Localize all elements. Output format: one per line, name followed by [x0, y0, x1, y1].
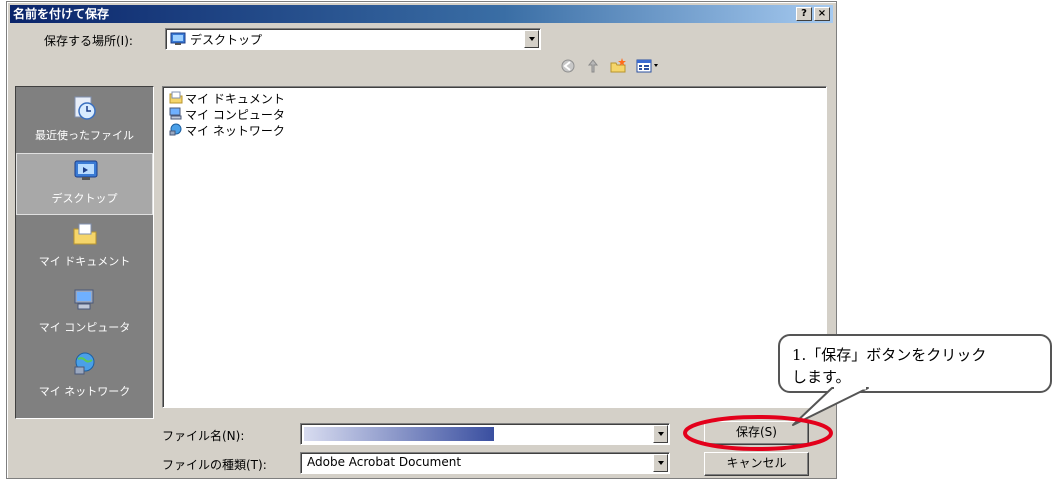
annotation-overlay — [683, 386, 869, 451]
save-highlight-ellipse — [683, 415, 833, 451]
